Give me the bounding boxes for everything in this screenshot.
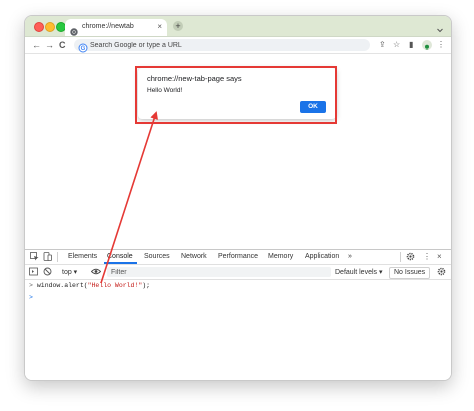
devtools-tab-elements[interactable]: Elements <box>68 253 97 260</box>
clear-console-icon[interactable] <box>43 267 52 279</box>
chrome-logo-icon <box>70 23 78 36</box>
devtools-separator <box>57 252 58 262</box>
console-toolbar: top ▾ Default levels ▾ No Issues <box>25 265 451 280</box>
google-g-icon: G <box>78 40 88 53</box>
browser-window: chrome://newtab × + ← → C G ⇪ ☆ ▮ <box>24 15 452 381</box>
devtools-tabbar: Elements Console Sources Network Perform… <box>25 250 451 265</box>
console-string-arg: "Hello World!" <box>87 282 143 289</box>
devtools-menu-icon[interactable]: ⋮ <box>423 252 431 262</box>
inspect-element-icon[interactable] <box>30 252 39 264</box>
close-window-button[interactable] <box>34 22 44 32</box>
console-filter-input[interactable] <box>107 267 331 277</box>
devtools-tab-performance[interactable]: Performance <box>218 253 258 260</box>
tab-title: chrome://newtab <box>82 23 134 30</box>
console-prompt-icon: > <box>29 282 33 289</box>
devtools-tab-network[interactable]: Network <box>181 253 207 260</box>
alert-dialog: chrome://new-tab-page says Hello World! … <box>138 68 336 119</box>
log-levels-dropdown[interactable]: Default levels ▾ <box>335 268 382 276</box>
console-input-line[interactable]: > <box>29 294 447 304</box>
console-call: window.alert( <box>36 282 88 289</box>
back-icon[interactable]: ← <box>32 40 41 50</box>
context-selector[interactable]: top ▾ <box>62 268 77 276</box>
ok-button[interactable]: OK <box>300 101 326 113</box>
address-input[interactable] <box>90 39 360 51</box>
omnibox[interactable]: G <box>74 39 370 53</box>
side-panel-icon[interactable]: ▮ <box>409 40 413 50</box>
tab-strip: chrome://newtab × + <box>25 16 451 37</box>
minimize-window-button[interactable] <box>45 22 55 32</box>
settings-gear-icon[interactable] <box>406 252 415 264</box>
console-input-prompt-icon: > <box>29 294 33 301</box>
console-call-end: ); <box>142 282 151 289</box>
console-settings-gear-icon[interactable] <box>437 267 446 279</box>
devtools-separator <box>400 252 401 262</box>
active-tab-indicator <box>104 262 137 264</box>
devtools-tab-application[interactable]: Application <box>305 253 339 260</box>
tab-close-icon[interactable]: × <box>157 22 162 32</box>
browser-menu-icon[interactable]: ⋮ <box>437 40 445 50</box>
profile-avatar[interactable] <box>422 40 432 50</box>
bookmark-star-icon[interactable]: ☆ <box>393 40 400 50</box>
more-tabs-icon[interactable]: » <box>348 253 352 260</box>
tab-newtab[interactable]: chrome://newtab × <box>65 19 167 36</box>
browser-toolbar: ← → C G ⇪ ☆ ▮ ⋮ <box>25 37 451 54</box>
console-entry: > window.alert("Hello World!"); <box>29 282 447 292</box>
alert-title: chrome://new-tab-page says <box>147 74 242 83</box>
forward-icon[interactable]: → <box>45 40 54 50</box>
devtools-panel: Elements Console Sources Network Perform… <box>25 249 451 380</box>
alert-message: Hello World! <box>147 87 183 94</box>
console-sidebar-icon[interactable] <box>29 267 38 279</box>
new-tab-button[interactable]: + <box>173 21 183 31</box>
live-expression-eye-icon[interactable] <box>90 267 102 279</box>
devtools-tab-console[interactable]: Console <box>107 253 133 260</box>
reload-icon[interactable]: C <box>59 40 66 50</box>
page-content: chrome://new-tab-page says Hello World! … <box>25 54 451 249</box>
devtools-tab-memory[interactable]: Memory <box>268 253 293 260</box>
issues-counter[interactable]: No Issues <box>389 267 431 279</box>
share-icon[interactable]: ⇪ <box>379 40 386 50</box>
devtools-tab-sources[interactable]: Sources <box>144 253 170 260</box>
devtools-close-icon[interactable]: × <box>437 252 442 262</box>
device-toolbar-icon[interactable] <box>43 252 52 264</box>
svg-text:G: G <box>81 46 86 52</box>
